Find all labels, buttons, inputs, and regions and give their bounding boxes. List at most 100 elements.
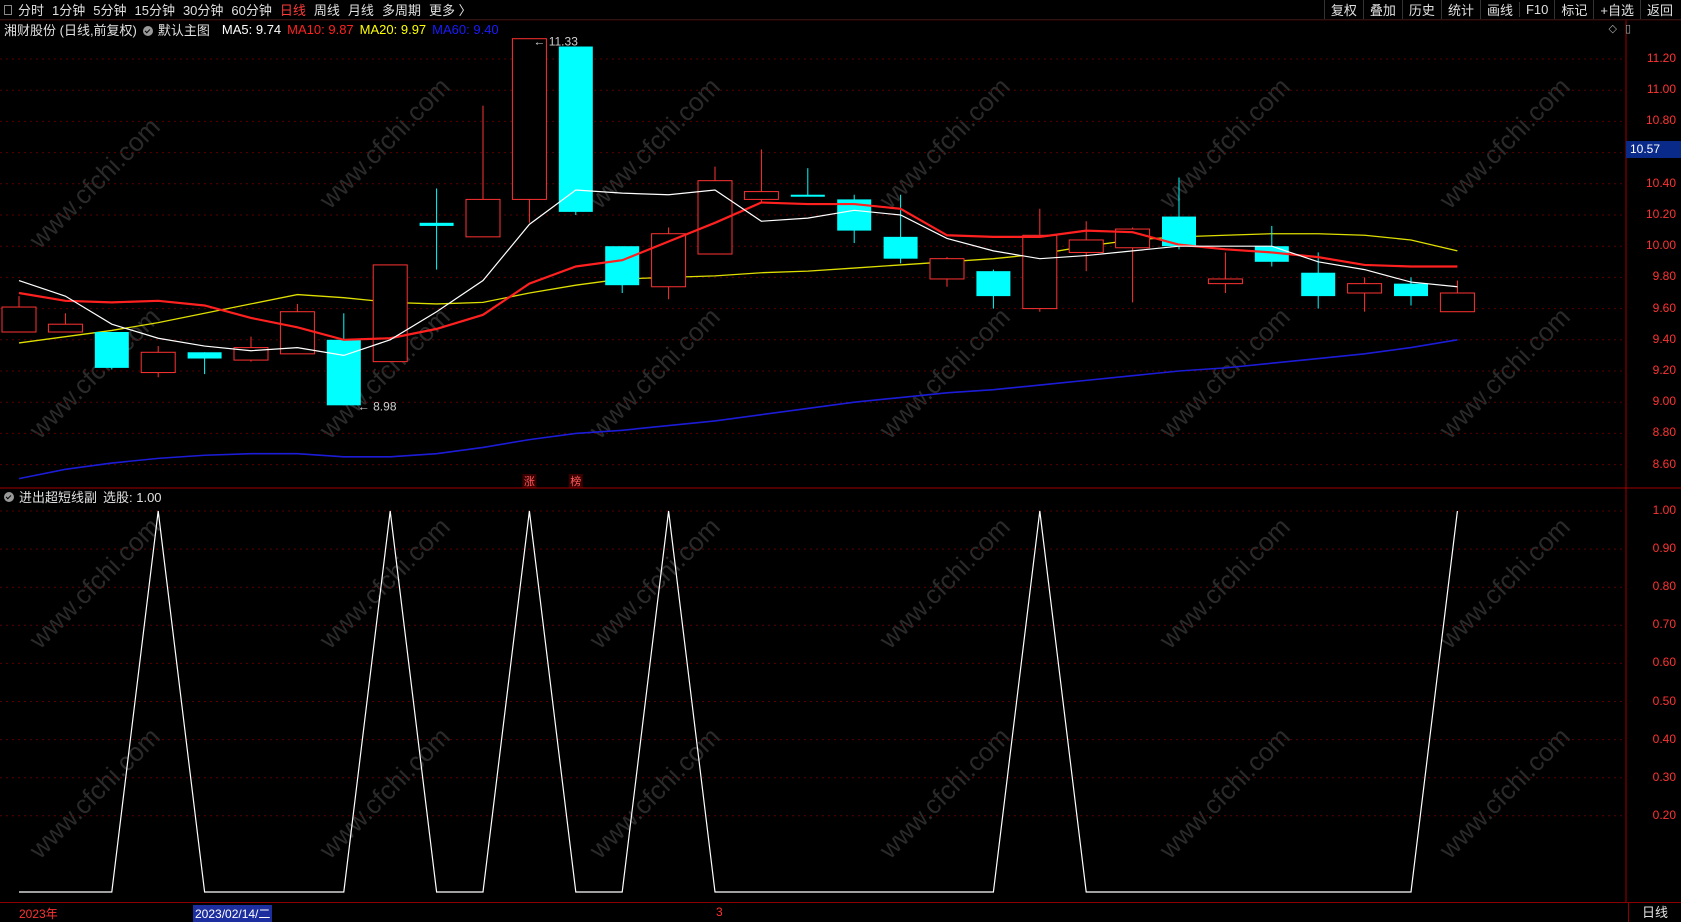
candle-body (419, 222, 454, 226)
price-tick: 11.00 (1646, 82, 1676, 97)
price-tick: 10.80 (1645, 113, 1676, 128)
candle-body (1301, 272, 1336, 297)
candle-29 (1347, 277, 1383, 312)
cursor-date: 2023/02/14/二 (193, 905, 273, 922)
price-tick: 9.40 (1652, 331, 1676, 346)
price-tick: 10.00 (1645, 238, 1676, 253)
candle-9 (419, 188, 454, 270)
price-tick: 9.60 (1652, 300, 1676, 315)
dropdown-circle-icon[interactable] (4, 492, 14, 502)
watermark-layer: www.cfchi.com www.cfchi.com www.cfchi.com w… (22, 71, 1575, 864)
diamond-icon[interactable]: ◇ (1608, 22, 1616, 35)
price-tick: 9.20 (1652, 363, 1676, 377)
ma10-line (18, 201, 1458, 341)
candle-body (1394, 283, 1428, 297)
candle-23 (1068, 221, 1104, 272)
candle-body (140, 351, 176, 374)
candle-0 (1, 296, 37, 333)
template-selector[interactable]: 默认主图 (142, 20, 216, 39)
watermark-text: www.cfchi.com (1152, 301, 1295, 444)
signal-tick: 0.90 (1652, 541, 1676, 556)
watermark-text: www.cfchi.com (1152, 71, 1295, 214)
ma5-label: MA5: 9.74 (221, 21, 282, 37)
price-tick: 9.00 (1652, 394, 1676, 409)
signal-tick: 0.20 (1652, 807, 1676, 822)
candle-8 (372, 264, 408, 363)
candle-21 (976, 269, 1011, 309)
watermark-text: www.cfchi.com (582, 721, 725, 864)
watermark-text: www.cfchi.com (872, 301, 1015, 444)
candle-13 (605, 246, 640, 293)
watermark-text: www.cfchi.com (22, 301, 165, 444)
sub-chart-title[interactable]: 进出超短线副 (19, 487, 97, 506)
chart-corner-icons: ◇ ▯ (1608, 22, 1631, 35)
watermark-text: www.cfchi.com (1432, 511, 1575, 654)
candle-body (558, 46, 593, 212)
candle-6 (279, 303, 315, 355)
current-price-tag: 10.57 (1626, 141, 1681, 158)
candle-24 (1115, 227, 1151, 303)
watermark-text: www.cfchi.com (22, 111, 165, 254)
candle-3 (140, 346, 176, 378)
window-icon[interactable]: ▯ (1625, 22, 1631, 35)
candle-17 (790, 168, 825, 197)
candle-26 (1207, 252, 1243, 293)
main-chart-legend: 湘财股份 (日线,前复权) 默认主图 MA5: 9.74 MA10: 9.87 … (0, 20, 505, 38)
period-button[interactable]: 日线 (1628, 903, 1681, 922)
watermark-text: www.cfchi.com (312, 721, 455, 864)
candle-body (1439, 292, 1475, 313)
time-axis-bar: 2023年 2023/02/14/二 3 日线 (0, 902, 1681, 922)
watermark-text: www.cfchi.com (582, 301, 725, 444)
template-label: 默认主图 (157, 22, 210, 38)
price-tick: 9.80 (1652, 269, 1676, 284)
ma10-label: MA10: 9.87 (287, 21, 354, 37)
watermark-text: www.cfchi.com (872, 71, 1015, 214)
candle-body (372, 264, 408, 363)
candle-10 (465, 105, 501, 238)
candle-body (929, 258, 965, 280)
candle-body (326, 339, 361, 406)
year-label: 2023年 (19, 907, 58, 921)
watermark-text: www.cfchi.com (872, 511, 1015, 654)
event-badge-text: 涨 (524, 475, 535, 488)
price-tick: 8.60 (1652, 456, 1676, 471)
candle-2 (94, 332, 129, 370)
signal-tick: 1.00 (1652, 503, 1676, 517)
stock-title[interactable]: 湘财股份 (日线,前复权) (4, 20, 137, 39)
price-tick: 10.40 (1645, 175, 1676, 190)
candle-body (1022, 234, 1058, 310)
price-tick: 11.20 (1646, 51, 1676, 65)
candle-20 (929, 257, 965, 287)
high-price-label: ← 11.33 (533, 35, 578, 49)
ma20-label: MA20: 9.97 (359, 21, 427, 37)
candle-body (47, 323, 83, 333)
signal-tick: 0.40 (1652, 731, 1676, 746)
month-label: 3 (716, 905, 723, 919)
candle-18 (837, 194, 872, 244)
watermark-text: www.cfchi.com (1152, 721, 1295, 864)
annotations: ← 11.33 ← 8.98 涨 榜 (358, 35, 583, 488)
signal-tick: 0.70 (1652, 617, 1676, 632)
candle-14 (651, 227, 687, 300)
signal-tick: 0.30 (1652, 769, 1676, 784)
sub-chart-legend: 进出超短线副 选股: 1.00 (4, 487, 162, 505)
candle-16 (743, 149, 779, 203)
candle-15 (697, 166, 733, 255)
candle-body (883, 236, 918, 259)
candle-body (976, 271, 1011, 297)
signal-tick: 0.60 (1652, 655, 1676, 670)
candle-body (1347, 283, 1383, 294)
candle-body (465, 198, 501, 238)
ma10 (18, 201, 1458, 341)
candle-1 (47, 313, 83, 333)
candle-28 (1301, 252, 1336, 309)
dropdown-circle-icon (142, 25, 153, 36)
signal-tick: 0.50 (1652, 693, 1676, 708)
candle-body (1207, 278, 1243, 285)
candle-22 (1022, 208, 1058, 312)
watermark-text: www.cfchi.com (1152, 511, 1295, 654)
candle-body (743, 191, 779, 200)
candle-body (94, 332, 129, 368)
watermark-text: www.cfchi.com (22, 721, 165, 864)
watermark-text: www.cfchi.com (872, 721, 1015, 864)
